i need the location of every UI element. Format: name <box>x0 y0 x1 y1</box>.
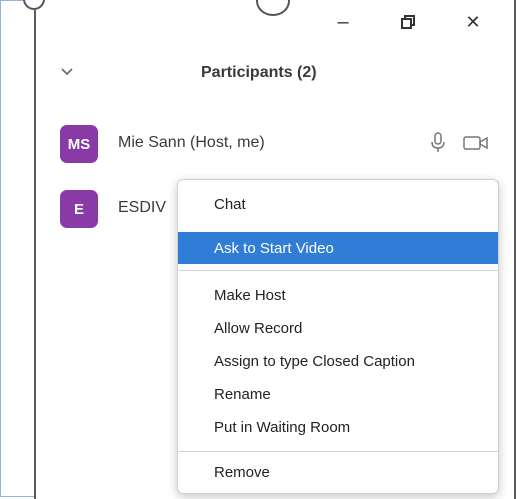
menu-item-ask-to-start-video[interactable]: Ask to Start Video <box>178 232 498 264</box>
avatar: MS <box>60 125 98 163</box>
window-left-border <box>34 10 36 499</box>
menu-item-remove[interactable]: Remove <box>178 456 498 488</box>
menu-item-make-host[interactable]: Make Host <box>178 279 498 311</box>
minimize-icon: – <box>337 10 349 33</box>
restore-icon <box>401 15 415 29</box>
video-camera-icon[interactable] <box>462 134 490 152</box>
menu-item-chat[interactable]: Chat <box>178 188 498 220</box>
microphone-icon[interactable] <box>429 131 447 155</box>
window-right-border <box>514 0 516 499</box>
participant-name[interactable]: ESDIV <box>118 199 166 217</box>
close-button[interactable]: ✕ <box>458 8 488 36</box>
collapse-button[interactable] <box>58 62 76 80</box>
panel-title: Participants (2) <box>201 64 317 81</box>
chevron-down-icon <box>61 68 73 76</box>
menu-item-put-in-waiting-room[interactable]: Put in Waiting Room <box>178 411 498 443</box>
minimize-button[interactable]: – <box>328 8 358 36</box>
avatar: E <box>60 190 98 228</box>
menu-separator <box>178 270 498 271</box>
menu-item-assign-closed-caption[interactable]: Assign to type Closed Caption <box>178 345 498 377</box>
menu-item-rename[interactable]: Rename <box>178 378 498 410</box>
participant-context-menu: Chat Ask to Start Video Make Host Allow … <box>177 179 499 494</box>
close-icon: ✕ <box>465 11 481 32</box>
restore-button[interactable] <box>393 8 423 36</box>
menu-item-allow-record[interactable]: Allow Record <box>178 312 498 344</box>
menu-separator <box>178 451 498 452</box>
participant-name[interactable]: Mie Sann (Host, me) <box>118 134 265 152</box>
